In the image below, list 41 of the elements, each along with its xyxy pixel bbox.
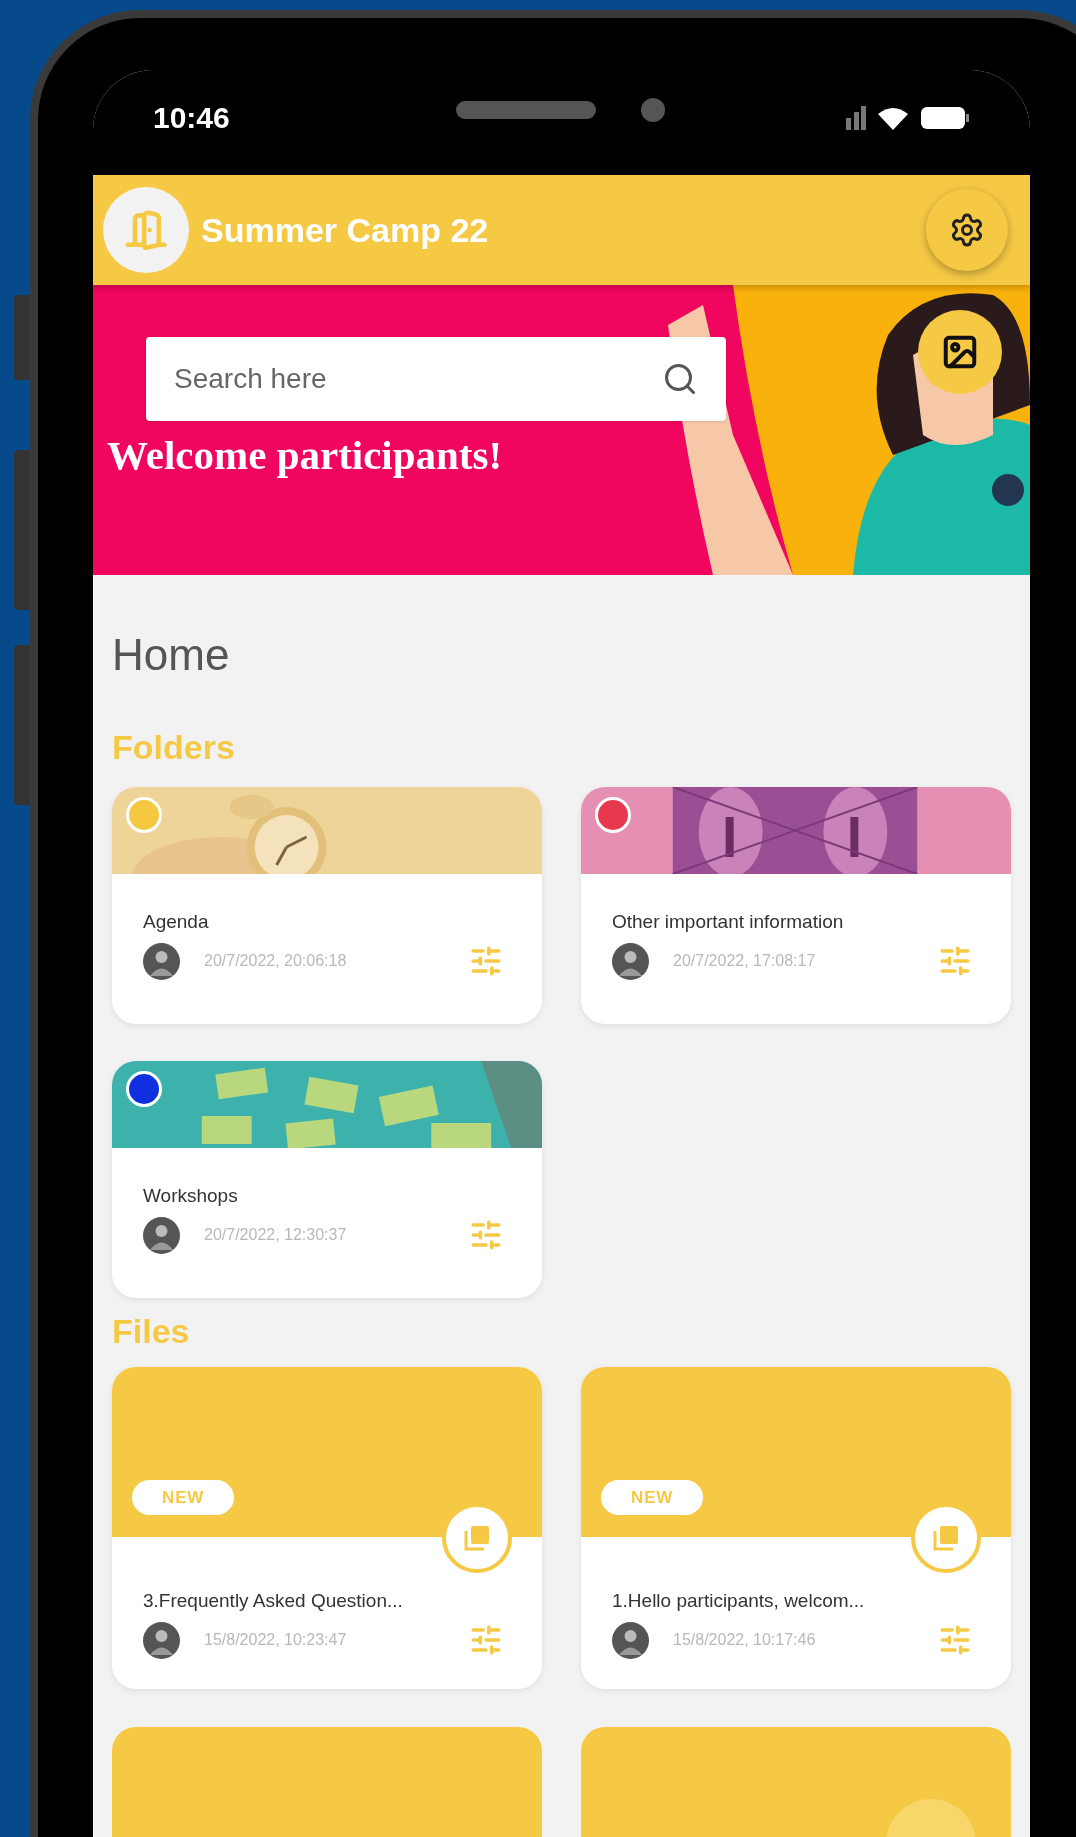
gear-icon (949, 212, 985, 248)
avatar-icon (612, 1621, 649, 1659)
page-title: Home (112, 629, 231, 681)
new-badge: NEW (601, 1479, 704, 1515)
date-text: 15/8/2022, 10:23:47 (204, 1630, 347, 1650)
options-icon[interactable] (469, 944, 503, 978)
date-text: 20/7/2022, 20:06:18 (204, 951, 347, 971)
new-badge: NEW (132, 1479, 235, 1515)
folder-card[interactable]: Other important information 20/7/2022, 17:08:17 (581, 787, 1011, 1024)
folder-name: Workshops (143, 1184, 239, 1208)
folder-name: Agenda (143, 910, 210, 934)
avatar-icon (612, 942, 649, 980)
options-icon[interactable] (469, 1623, 503, 1657)
avatar-icon (143, 1216, 180, 1254)
search-icon[interactable] (662, 361, 698, 397)
file-name: 1.Hello participants, welcom... (612, 1589, 866, 1613)
file-card[interactable]: NEW 1.Hello participants, welcom... 15/8/2022, 10:17:46 (581, 1367, 1011, 1689)
search-field[interactable]: Search here (146, 337, 726, 421)
options-icon[interactable] (938, 1623, 972, 1657)
section-heading: Folders (112, 727, 236, 768)
battery-icon (920, 105, 970, 130)
date-text: 15/8/2022, 10:17:46 (673, 1630, 816, 1650)
folder-name: Other important information (612, 910, 845, 934)
folder-card[interactable]: Workshops 20/7/2022, 12:30:37 (112, 1061, 542, 1298)
folder-card[interactable]: Agenda 20/7/2022, 20:06:18 (112, 787, 542, 1024)
section-heading: Files (112, 1311, 191, 1352)
options-icon[interactable] (938, 944, 972, 978)
file-name: 3.Frequently Asked Question... (143, 1589, 404, 1613)
avatar-icon (143, 1621, 180, 1659)
options-icon[interactable] (469, 1218, 503, 1252)
status-time: 10:46 (153, 100, 230, 136)
app-title: Summer Camp 22 (201, 209, 489, 251)
settings-button[interactable] (926, 189, 1008, 271)
date-text: 20/7/2022, 12:30:37 (204, 1225, 347, 1245)
file-card[interactable]: NEW 3.Frequently Asked Question... 15/8/2022, 10:23:47 (112, 1367, 542, 1689)
date-text: 20/7/2022, 17:08:17 (673, 951, 816, 971)
avatar-icon (143, 942, 180, 980)
welcome-headline: Welcome participants! (107, 431, 504, 480)
image-icon (941, 333, 979, 371)
signal-icon (846, 105, 866, 130)
wifi-icon (878, 105, 908, 130)
